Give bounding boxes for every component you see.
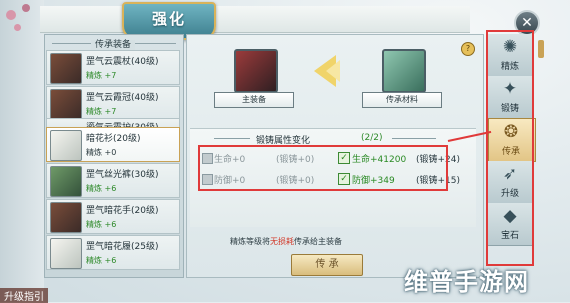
item-name: 罡气云震杖(40级) (86, 57, 159, 67)
list-item[interactable]: 罡气暗花手(20级) 精炼 +6 (46, 199, 180, 234)
upgrade-guide-label[interactable]: 升级指引 (0, 288, 48, 303)
header-bar (40, 6, 470, 33)
list-item[interactable]: 罡气云震杖(40级) 精炼 +7 (46, 50, 180, 85)
item-name: 暗花衫(20级) (86, 134, 141, 144)
item-refine: 精炼 +7 (86, 71, 117, 80)
pants-icon (50, 166, 82, 197)
boots-icon (50, 238, 82, 269)
item-refine: 精炼 +6 (86, 184, 117, 193)
inherit-button[interactable]: 传 承 (291, 254, 363, 276)
item-refine: 精炼 +0 (86, 148, 117, 157)
item-refine: 精炼 +6 (86, 220, 117, 229)
item-name: 罡气暗花履(25级) (86, 242, 159, 252)
crown-icon (50, 89, 82, 120)
help-icon[interactable]: ? (461, 42, 475, 56)
divider (214, 138, 250, 139)
item-refine: 精炼 +7 (86, 107, 117, 116)
stat-highlight-box (198, 145, 448, 191)
glove-icon (50, 202, 82, 233)
robe-icon (50, 130, 82, 161)
page-title: 强化 (151, 10, 186, 28)
item-name: 罡气暗花手(20级) (86, 206, 159, 216)
list-item[interactable]: 罡气云霞冠(40级) 精炼 +7 (46, 86, 180, 121)
watermark: 维普手游网 (404, 267, 529, 296)
section-count: (2/2) (361, 133, 383, 143)
scroll-handle[interactable] (538, 40, 544, 58)
main-equipment-label: 主装备 (214, 92, 294, 108)
blossom-decoration (6, 10, 16, 20)
item-name: 罡气丝光裤(30级) (86, 170, 159, 180)
inherit-info-text: 精炼等级将无损耗传承给主装备 (230, 237, 342, 246)
arrow-left-icon (326, 60, 340, 82)
close-icon: ✕ (521, 15, 533, 31)
inherit-material-label: 传承材料 (362, 92, 442, 108)
list-title: 传承装备 (48, 37, 178, 50)
divider (392, 138, 436, 139)
main-equipment-slot[interactable] (234, 49, 278, 93)
tab-highlight-box (486, 30, 534, 266)
blossom-decoration (14, 24, 21, 31)
list-item[interactable]: 罡气丝光裤(30级) 精炼 +6 (46, 163, 180, 198)
staff-icon (50, 53, 82, 84)
list-item[interactable]: 罡气暗花履(25级) 精炼 +6 (46, 235, 180, 270)
item-refine: 精炼 +6 (86, 256, 117, 265)
list-item-selected[interactable]: 暗花衫(20级) 精炼 +0 (46, 127, 180, 162)
inherit-material-slot[interactable] (382, 49, 426, 93)
left-frame (0, 0, 44, 302)
blossom-decoration (22, 4, 30, 12)
item-name: 罡气云霞冠(40级) (86, 93, 159, 103)
